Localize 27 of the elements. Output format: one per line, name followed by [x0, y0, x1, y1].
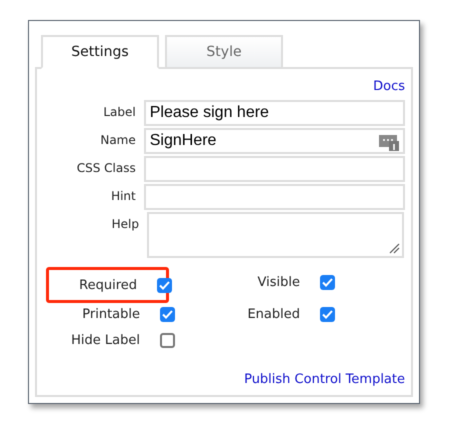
text-input[interactable]: SignHere: [144, 128, 405, 154]
publish-template-link[interactable]: Publish Control Template: [244, 372, 405, 387]
text-input[interactable]: [144, 184, 405, 210]
checkbox[interactable]: [160, 306, 175, 322]
input-value: Please sign here: [150, 104, 269, 122]
field-label: Hint: [110, 188, 136, 203]
tab[interactable]: Settings: [41, 35, 159, 69]
input-value: SignHere: [150, 132, 216, 150]
field-label: Label: [102, 104, 136, 119]
checkbox[interactable]: [320, 274, 335, 290]
option-label: Hide Label: [70, 332, 141, 348]
checkbox[interactable]: [160, 332, 175, 348]
field-label: CSS Class: [76, 160, 136, 175]
checkbox[interactable]: [157, 278, 172, 292]
option-label: Printable: [81, 306, 141, 322]
counter-badge-icon: [379, 133, 399, 151]
field-label: Help: [110, 216, 139, 231]
option-label: Required: [78, 278, 138, 292]
text-input[interactable]: Please sign here: [144, 100, 405, 126]
text-input[interactable]: [144, 156, 405, 182]
resize-grip-icon: [389, 243, 400, 254]
field-label: Name: [99, 132, 136, 147]
option-label: Enabled: [246, 306, 301, 322]
option-label: Visible: [256, 274, 301, 290]
tab[interactable]: Style: [165, 35, 283, 69]
checkbox[interactable]: [320, 306, 335, 322]
docs-link[interactable]: Docs: [373, 79, 405, 94]
